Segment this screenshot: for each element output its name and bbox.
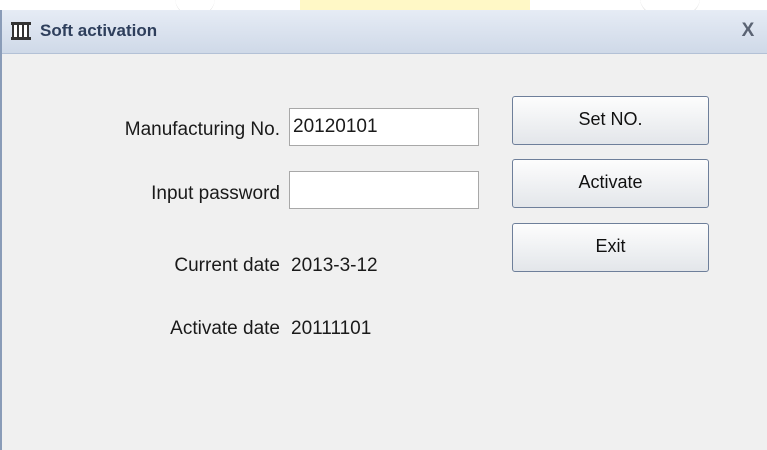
- piano-keys-icon: [10, 20, 32, 42]
- activate-button[interactable]: Activate: [512, 159, 709, 208]
- soft-activation-dialog: Soft activation X Manufacturing No. Inpu…: [0, 10, 767, 450]
- title-bar[interactable]: Soft activation X: [2, 10, 767, 54]
- manufacturing-no-label: Manufacturing No.: [124, 119, 280, 140]
- current-date-label: Current date: [174, 255, 280, 276]
- exit-button[interactable]: Exit: [512, 223, 709, 272]
- manufacturing-no-input[interactable]: [289, 108, 479, 146]
- dialog-title: Soft activation: [40, 21, 158, 40]
- set-no-button[interactable]: Set NO.: [512, 96, 709, 145]
- activate-date-label: Activate date: [170, 318, 280, 339]
- activate-date-value: 20111101: [291, 318, 372, 339]
- close-button[interactable]: X: [735, 18, 761, 44]
- password-label: Input password: [151, 183, 280, 204]
- current-date-value: 2013-3-12: [291, 255, 378, 276]
- password-input[interactable]: [289, 171, 479, 209]
